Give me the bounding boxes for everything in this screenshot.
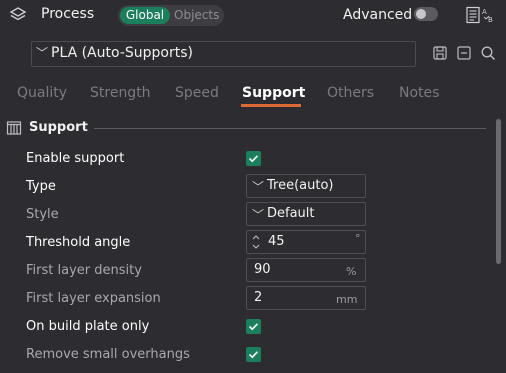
- svg-text:A: A: [482, 8, 487, 16]
- on-build-plate-only-checkbox[interactable]: [246, 319, 261, 334]
- style-label: Style: [26, 207, 59, 222]
- type-value: Tree(auto): [267, 178, 334, 193]
- section-title: Support: [29, 120, 88, 135]
- svg-text:B: B: [488, 16, 493, 24]
- first-layer-expansion-unit: mm: [336, 293, 358, 306]
- enable-support-label: Enable support: [26, 151, 125, 166]
- support-section-icon: [6, 121, 22, 135]
- preset-name: PLA (Auto-Supports): [51, 45, 193, 61]
- search-icon[interactable]: [480, 45, 496, 61]
- remove-small-overhangs-checkbox[interactable]: [246, 347, 261, 362]
- save-icon[interactable]: [432, 45, 448, 61]
- section-divider: [94, 128, 486, 129]
- tab-speed[interactable]: Speed: [175, 85, 219, 101]
- advanced-label: Advanced: [343, 7, 413, 23]
- threshold-angle-value: 45: [268, 234, 285, 249]
- active-tab-indicator: [241, 104, 301, 107]
- chevron-down-icon: ﹀: [252, 180, 265, 194]
- first-layer-density-label: First layer density: [26, 263, 142, 278]
- first-layer-density-value: 90: [254, 262, 271, 277]
- compare-presets-icon[interactable]: A B: [466, 6, 496, 24]
- first-layer-expansion-label: First layer expansion: [26, 291, 161, 306]
- style-value: Default: [267, 206, 315, 221]
- scrollbar-thumb[interactable]: [496, 119, 501, 264]
- tab-quality[interactable]: Quality: [17, 85, 67, 101]
- stepper-arrows-icon[interactable]: [251, 233, 261, 251]
- collapse-icon[interactable]: [456, 45, 472, 61]
- tab-support[interactable]: Support: [242, 85, 305, 101]
- chevron-down-icon: ﹀: [252, 208, 265, 222]
- remove-small-overhangs-label: Remove small overhangs: [26, 347, 190, 362]
- tab-notes[interactable]: Notes: [399, 85, 439, 101]
- threshold-angle-input[interactable]: [246, 230, 366, 254]
- tab-others[interactable]: Others: [327, 85, 374, 101]
- tab-strength[interactable]: Strength: [90, 85, 151, 101]
- first-layer-density-unit: %: [346, 265, 357, 278]
- scope-global-button[interactable]: Global: [120, 7, 170, 24]
- on-build-plate-only-label: On build plate only: [26, 319, 150, 334]
- type-label: Type: [26, 179, 56, 194]
- scope-objects-button[interactable]: Objects: [174, 7, 219, 24]
- layers-icon: [9, 7, 27, 21]
- chevron-down-icon: ﹀: [36, 46, 49, 60]
- enable-support-checkbox[interactable]: [246, 151, 261, 166]
- panel-title: Process: [41, 6, 95, 22]
- threshold-angle-unit: °: [355, 232, 361, 245]
- threshold-angle-label: Threshold angle: [26, 235, 131, 250]
- advanced-toggle-knob: [416, 9, 426, 19]
- first-layer-expansion-value: 2: [254, 290, 263, 305]
